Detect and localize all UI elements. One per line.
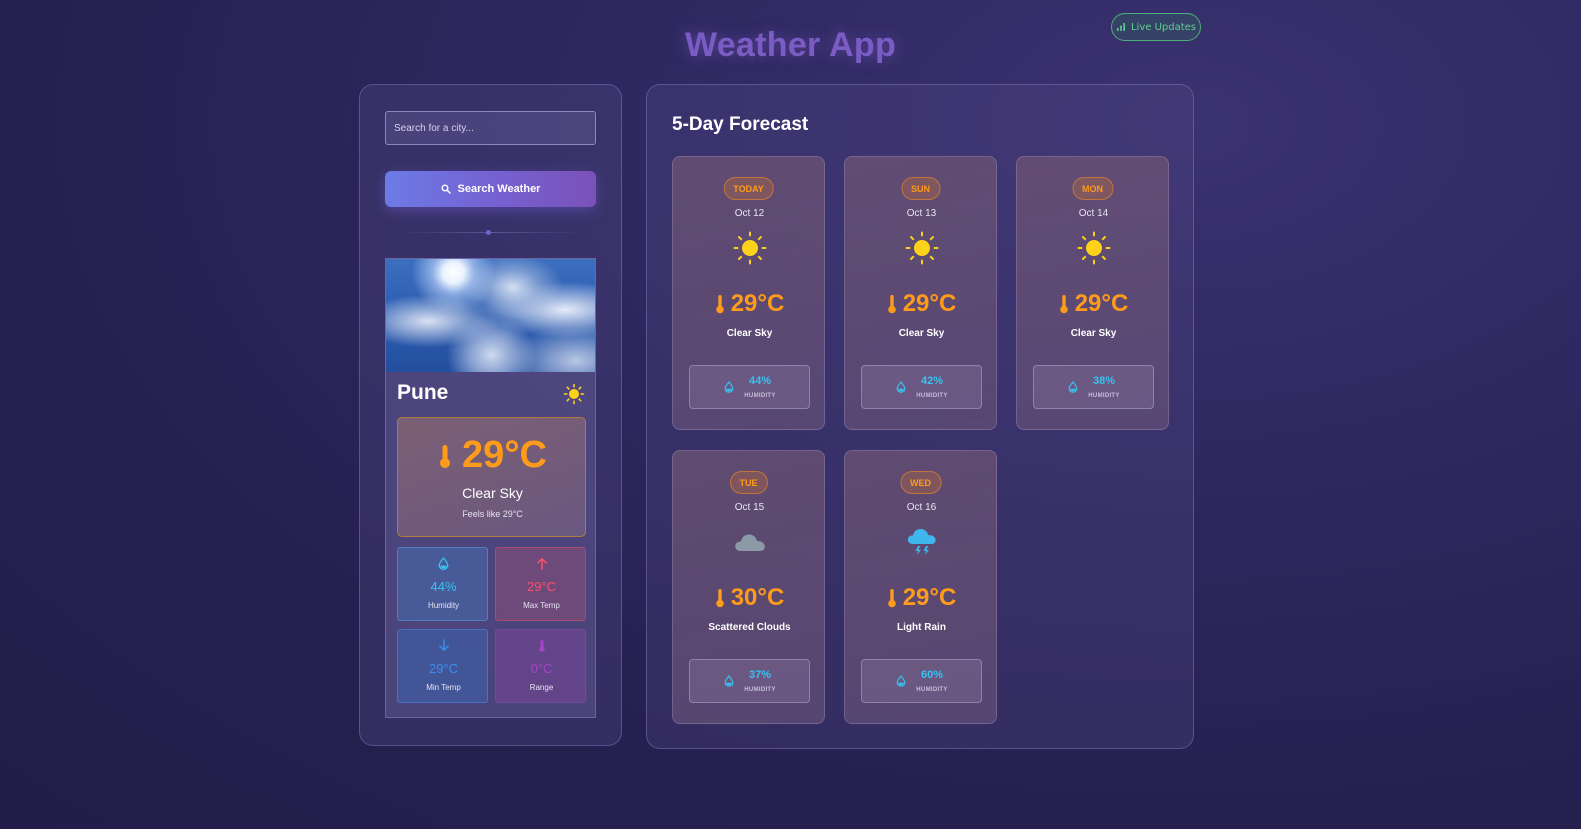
day-humidity-value: 37%: [748, 669, 772, 681]
day-humidity-box: 44% HUMIDITY: [689, 365, 810, 409]
day-humidity-box: 38% HUMIDITY: [1033, 365, 1154, 409]
arrow-down-icon: [438, 639, 449, 651]
day-temperature: 30°C: [730, 584, 785, 611]
day-humidity-label: HUMIDITY: [916, 393, 948, 399]
sun-icon: [732, 230, 768, 266]
search-panel: Search Weather Pune 29°C Clear Sky: [359, 84, 622, 746]
search-button-label: Search Weather: [457, 183, 541, 195]
thermometer-icon: [887, 295, 896, 314]
day-date: Oct 15: [734, 502, 765, 513]
arrow-up-icon: [536, 558, 547, 570]
current-temperature: 29°C: [462, 434, 547, 476]
thermometer-icon: [715, 589, 724, 608]
day-condition: Scattered Clouds: [708, 622, 791, 633]
day-condition: Light Rain: [897, 622, 946, 633]
day-condition: Clear Sky: [726, 328, 773, 339]
forecast-title: 5-Day Forecast: [672, 114, 809, 135]
thermometer-icon: [538, 639, 545, 652]
droplet-icon: [438, 557, 449, 570]
day-humidity-value: 38%: [1092, 375, 1116, 387]
day-temperature: 29°C: [902, 584, 957, 611]
cloud-icon: [732, 524, 768, 560]
search-icon: [441, 184, 451, 194]
min-temp-value: 29°C: [428, 661, 459, 676]
day-date: Oct 14: [1078, 208, 1109, 219]
min-temp-label: Min Temp: [426, 683, 461, 692]
day-humidity-box: 37% HUMIDITY: [689, 659, 810, 703]
day-humidity-label: HUMIDITY: [744, 687, 776, 693]
day-date: Oct 13: [906, 208, 937, 219]
forecast-day-card[interactable]: WED Oct 16 29°C Light Rain 60% HUMIDITY: [844, 450, 997, 724]
city-search-input[interactable]: [385, 111, 596, 145]
feels-like: Feels like 29°C: [462, 509, 523, 519]
day-condition: Clear Sky: [1070, 328, 1117, 339]
forecast-panel: 5-Day Forecast TODAY Oct 12 29°C Clear S…: [646, 84, 1194, 749]
day-humidity-value: 60%: [920, 669, 944, 681]
current-temperature-box: 29°C Clear Sky Feels like 29°C: [397, 417, 586, 537]
day-badge: TUE: [729, 471, 768, 494]
humidity-tile: 44% Humidity: [397, 547, 488, 621]
range-value: 0°C: [530, 661, 553, 676]
forecast-day-card[interactable]: TODAY Oct 12 29°C Clear Sky 44% HUMIDITY: [672, 156, 825, 430]
day-humidity-value: 42%: [920, 375, 944, 387]
thermometer-icon: [887, 589, 896, 608]
current-condition: Clear Sky: [462, 485, 523, 501]
max-temp-label: Max Temp: [523, 601, 560, 610]
day-temperature: 29°C: [902, 290, 957, 317]
max-temp-tile: 29°C Max Temp: [495, 547, 586, 621]
day-humidity-label: HUMIDITY: [744, 393, 776, 399]
divider-dot: [486, 230, 491, 235]
humidity-value: 44%: [430, 579, 457, 594]
search-weather-button[interactable]: Search Weather: [385, 171, 596, 207]
day-humidity-label: HUMIDITY: [1088, 393, 1120, 399]
sky-image: [386, 259, 595, 372]
live-updates-label: Live Updates: [1130, 21, 1197, 33]
forecast-day-card[interactable]: TUE Oct 15 30°C Scattered Clouds 37% HUM…: [672, 450, 825, 724]
sun-icon: [1076, 230, 1112, 266]
day-humidity-label: HUMIDITY: [916, 687, 948, 693]
day-humidity-value: 44%: [748, 375, 772, 387]
storm-cloud-icon: [904, 524, 940, 560]
range-label: Range: [529, 683, 554, 692]
range-tile: 0°C Range: [495, 629, 586, 703]
day-badge: WED: [900, 471, 941, 494]
forecast-day-card[interactable]: SUN Oct 13 29°C Clear Sky 42% HUMIDITY: [844, 156, 997, 430]
day-badge: SUN: [900, 177, 941, 200]
day-date: Oct 12: [734, 208, 765, 219]
thermometer-icon: [440, 444, 451, 468]
day-humidity-box: 60% HUMIDITY: [861, 659, 982, 703]
min-temp-tile: 29°C Min Temp: [397, 629, 488, 703]
day-temperature: 29°C: [730, 290, 785, 317]
forecast-day-card[interactable]: MON Oct 14 29°C Clear Sky 38% HUMIDITY: [1016, 156, 1169, 430]
humidity-label: Humidity: [427, 601, 460, 610]
day-temperature: 29°C: [1074, 290, 1129, 317]
day-date: Oct 16: [906, 502, 937, 513]
max-temp-value: 29°C: [526, 579, 557, 594]
day-condition: Clear Sky: [898, 328, 945, 339]
thermometer-icon: [1059, 295, 1068, 314]
bar-chart-icon: [1116, 23, 1125, 31]
app-title: Weather App: [684, 26, 897, 64]
live-updates-badge[interactable]: Live Updates: [1111, 13, 1201, 41]
day-badge: TODAY: [723, 177, 774, 200]
sun-icon: [904, 230, 940, 266]
day-humidity-box: 42% HUMIDITY: [861, 365, 982, 409]
sun-icon: [563, 383, 585, 405]
current-weather-card: Pune 29°C Clear Sky Feels like 29°C 44% …: [385, 258, 596, 718]
day-badge: MON: [1072, 177, 1113, 200]
thermometer-icon: [715, 295, 724, 314]
city-name: Pune: [397, 381, 449, 404]
